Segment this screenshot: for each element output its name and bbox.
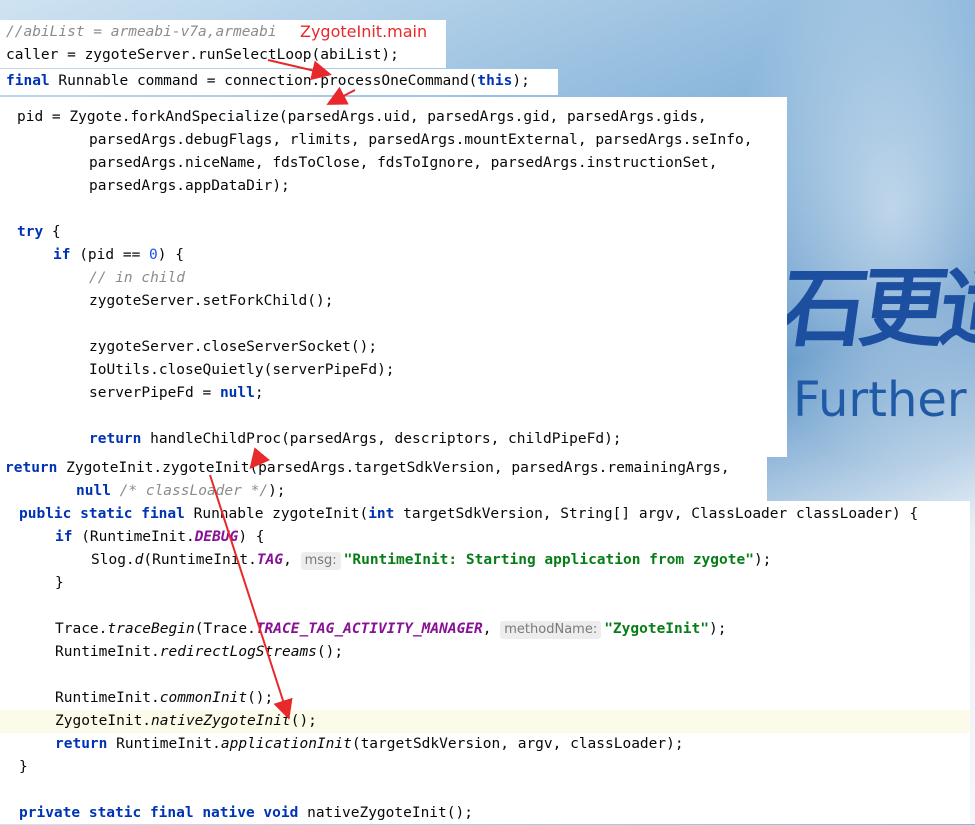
arrow-3 [249, 447, 270, 470]
arrow-4 [209, 474, 293, 720]
arrow-2 [326, 86, 356, 105]
annotation-arrows [209, 59, 356, 720]
arrow-1 [267, 59, 332, 81]
